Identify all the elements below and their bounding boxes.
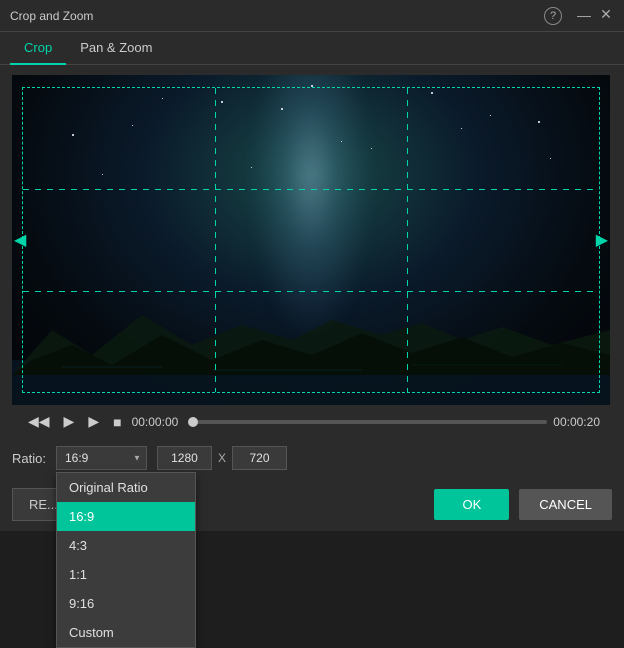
skip-back-button[interactable]: ◀◀ [24, 411, 54, 432]
minimize-button[interactable]: — [576, 7, 592, 23]
ratio-select-wrapper: 16:9 Original Ratio 4:3 1:1 9:16 Custom [56, 446, 147, 470]
dropdown-item-original-ratio[interactable]: Original Ratio [57, 473, 195, 502]
progress-bar[interactable] [193, 420, 548, 424]
play-alt-button[interactable]: ▶ [84, 411, 103, 432]
ratio-dropdown-wrapper: 16:9 Original Ratio 4:3 1:1 9:16 Custom … [56, 446, 147, 470]
window-title: Crop and Zoom [10, 9, 544, 23]
crop-grid-line [23, 189, 599, 190]
tab-pan-zoom[interactable]: Pan & Zoom [66, 32, 166, 65]
controls-row: Ratio: 16:9 Original Ratio 4:3 1:1 9:16 … [0, 438, 624, 478]
close-button[interactable]: ✕ [598, 7, 614, 23]
scroll-left-arrow[interactable]: ◀ [14, 230, 26, 250]
dimension-width[interactable] [157, 446, 212, 470]
tab-crop[interactable]: Crop [10, 32, 66, 65]
dropdown-item-16-9[interactable]: 16:9 [57, 502, 195, 531]
progress-thumb[interactable] [188, 417, 198, 427]
time-current: 00:00:00 [132, 415, 187, 429]
crop-grid-line [215, 88, 216, 392]
dropdown-item-4-3[interactable]: 4:3 [57, 531, 195, 560]
dimension-box: X [157, 446, 287, 470]
ratio-select[interactable]: 16:9 Original Ratio 4:3 1:1 9:16 Custom [56, 446, 147, 470]
crop-grid-line [407, 88, 408, 392]
playback-bar: ◀◀ ▶ ▶ ■ 00:00:00 00:00:20 [12, 405, 612, 438]
dropdown-item-9-16[interactable]: 9:16 [57, 589, 195, 618]
dropdown-item-custom[interactable]: Custom [57, 618, 195, 647]
crop-grid-line [23, 291, 599, 292]
stop-button[interactable]: ■ [109, 412, 125, 432]
play-button[interactable]: ▶ [60, 411, 79, 432]
scroll-right-arrow[interactable]: ▶ [596, 230, 608, 250]
preview-area: ◀ ▶ [12, 75, 610, 405]
ratio-dropdown-menu: Original Ratio 16:9 4:3 1:1 9:16 Custom [56, 472, 196, 648]
ratio-label: Ratio: [12, 451, 46, 466]
dimension-height[interactable] [232, 446, 287, 470]
dimension-separator: X [218, 451, 226, 465]
cancel-button[interactable]: CANCEL [519, 489, 612, 520]
main-content: ◀ ▶ ◀◀ ▶ ▶ ■ 00:00:00 00:00:20 [0, 65, 624, 438]
title-bar: Crop and Zoom ? — ✕ [0, 0, 624, 32]
ok-button[interactable]: OK [434, 489, 509, 520]
dropdown-item-1-1[interactable]: 1:1 [57, 560, 195, 589]
crop-overlay[interactable] [22, 87, 600, 393]
preview-background: ◀ ▶ [12, 75, 610, 405]
tabs-bar: Crop Pan & Zoom [0, 32, 624, 65]
time-end: 00:00:20 [553, 415, 600, 429]
help-button[interactable]: ? [544, 7, 562, 25]
title-bar-controls: ? — ✕ [544, 7, 614, 25]
